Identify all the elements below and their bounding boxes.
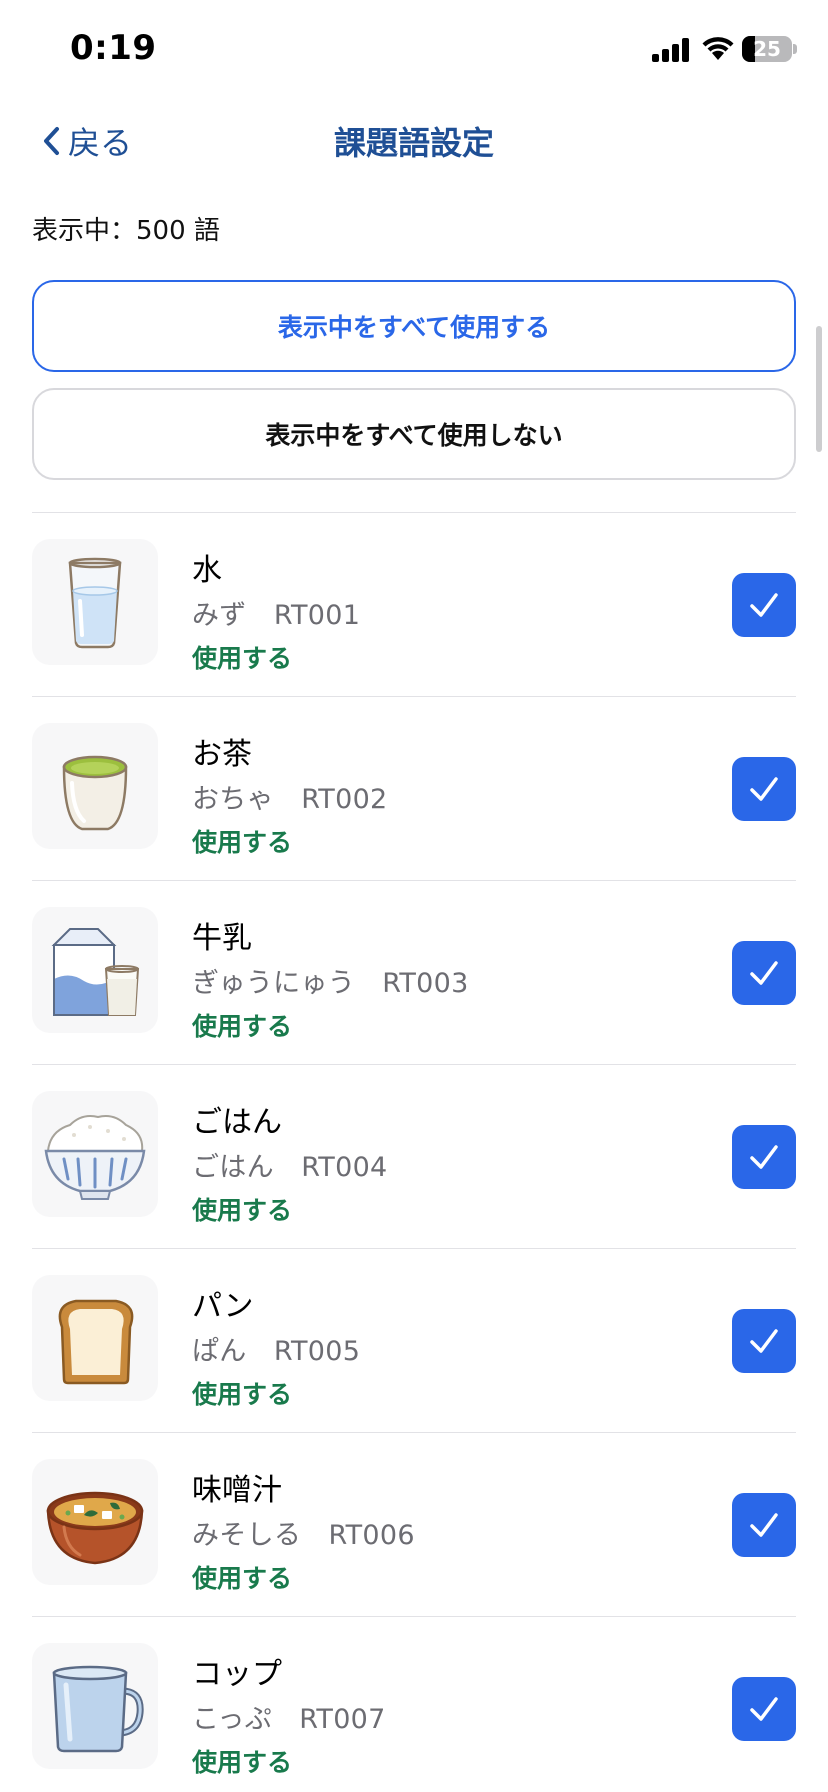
cup-icon xyxy=(32,1643,158,1769)
checkmark-icon xyxy=(750,777,778,801)
navigation-bar: 課題語設定 戻る xyxy=(0,100,828,184)
list-item[interactable]: ごはん ごはん RT004 使用する xyxy=(32,1065,796,1249)
back-button[interactable]: 戻る xyxy=(40,118,132,164)
use-checkbox[interactable] xyxy=(732,1125,796,1189)
bread-icon xyxy=(32,1275,158,1401)
word-list: 水 みず RT001 使用する お茶 おちゃ RT002 使用する 牛乳 ぎゅう… xyxy=(32,512,796,1792)
screen: 0:19 25 課題語設定 戻る 表示中：500 語 表示中をすべて使用する 表… xyxy=(0,0,828,1792)
status-time: 0:19 xyxy=(70,28,157,68)
checkmark-icon xyxy=(750,1697,778,1721)
cellular-signal-icon xyxy=(652,38,692,62)
checkmark-icon xyxy=(750,1145,778,1169)
battery-percent: 25 xyxy=(753,37,781,61)
water-glass-icon xyxy=(32,539,158,665)
checkmark-icon xyxy=(750,961,778,985)
item-status: 使用する xyxy=(192,1012,293,1041)
battery-icon: 25 xyxy=(742,36,792,62)
checkmark-icon xyxy=(750,593,778,617)
chevron-left-icon xyxy=(44,127,59,155)
item-reading: こっぷ RT007 xyxy=(192,1704,386,1735)
green-tea-icon xyxy=(32,723,158,849)
use-checkbox[interactable] xyxy=(732,573,796,637)
item-word: 味噌汁 xyxy=(192,1473,282,1508)
use-checkbox[interactable] xyxy=(732,1493,796,1557)
item-reading: みそしる RT006 xyxy=(192,1520,415,1551)
use-all-button[interactable]: 表示中をすべて使用する xyxy=(32,280,796,372)
list-item[interactable]: 水 みず RT001 使用する xyxy=(32,513,796,697)
use-checkbox[interactable] xyxy=(732,1309,796,1373)
item-word: 牛乳 xyxy=(192,921,252,956)
item-word: お茶 xyxy=(192,737,252,772)
checkmark-icon xyxy=(750,1329,778,1353)
item-status: 使用する xyxy=(192,644,293,673)
item-reading: みず RT001 xyxy=(192,600,361,631)
item-reading: ぎゅうにゅう RT003 xyxy=(192,968,469,999)
item-status: 使用する xyxy=(192,1196,293,1225)
item-word: コップ xyxy=(192,1657,282,1692)
item-reading: ごはん RT004 xyxy=(192,1152,388,1183)
item-status: 使用する xyxy=(192,1748,293,1777)
item-status: 使用する xyxy=(192,1380,293,1409)
milk-icon xyxy=(32,907,158,1033)
item-reading: おちゃ RT002 xyxy=(192,784,388,815)
display-count: 表示中：500 語 xyxy=(32,216,220,246)
list-item[interactable]: 味噌汁 みそしる RT006 使用する xyxy=(32,1433,796,1617)
use-checkbox[interactable] xyxy=(732,941,796,1005)
use-checkbox[interactable] xyxy=(732,757,796,821)
item-status: 使用する xyxy=(192,828,293,857)
wifi-icon xyxy=(702,37,734,60)
item-word: ごはん xyxy=(192,1105,282,1140)
item-word: 水 xyxy=(192,553,222,588)
item-word: パン xyxy=(192,1289,254,1324)
item-reading: ぱん RT005 xyxy=(192,1336,361,1367)
battery-cap xyxy=(793,44,797,54)
list-item[interactable]: パン ぱん RT005 使用する xyxy=(32,1249,796,1433)
scroll-indicator[interactable] xyxy=(816,326,822,452)
unuse-all-button[interactable]: 表示中をすべて使用しない xyxy=(32,388,796,480)
item-status: 使用する xyxy=(192,1564,293,1593)
miso-soup-icon xyxy=(32,1459,158,1585)
status-bar: 0:19 25 xyxy=(0,0,828,100)
checkmark-icon xyxy=(750,1513,778,1537)
use-checkbox[interactable] xyxy=(732,1677,796,1741)
list-item[interactable]: 牛乳 ぎゅうにゅう RT003 使用する xyxy=(32,881,796,1065)
list-item[interactable]: お茶 おちゃ RT002 使用する xyxy=(32,697,796,881)
list-item[interactable]: コップ こっぷ RT007 使用する xyxy=(32,1617,796,1792)
back-label: 戻る xyxy=(68,124,133,162)
rice-bowl-icon xyxy=(32,1091,158,1217)
